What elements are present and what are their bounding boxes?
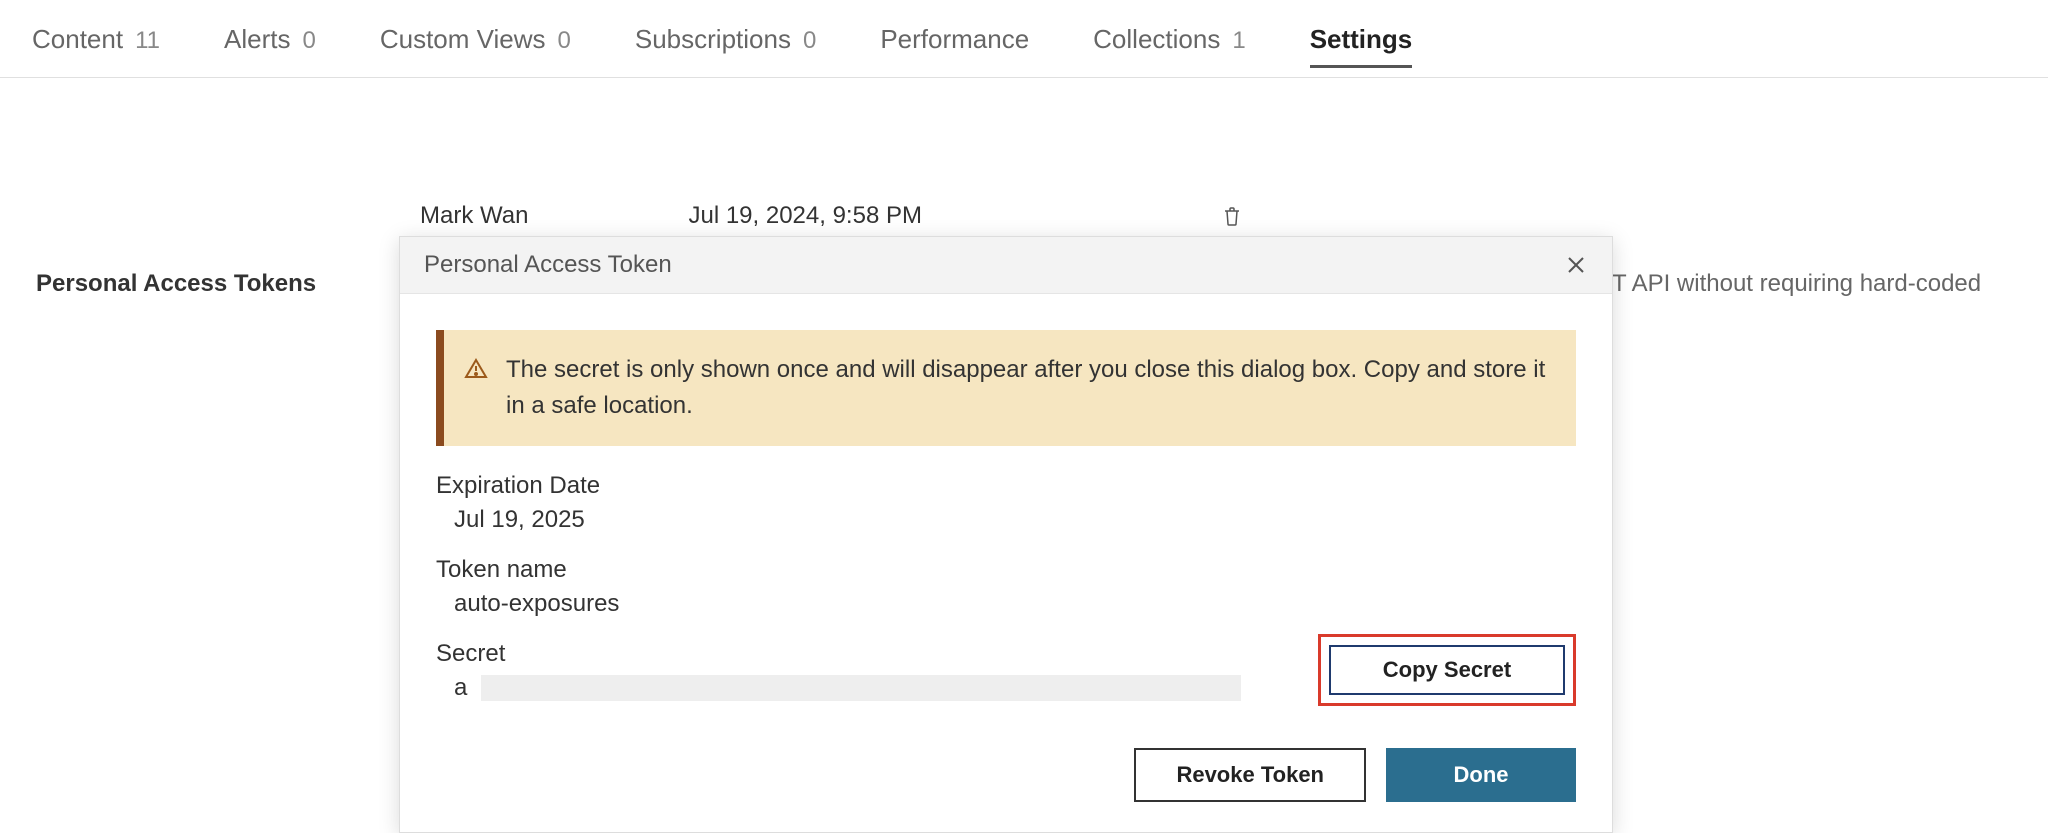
close-icon[interactable] xyxy=(1564,253,1588,277)
warning-text: The secret is only shown once and will d… xyxy=(506,352,1546,424)
modal-footer: Revoke Token Done xyxy=(400,726,1612,832)
tab-custom-views[interactable]: Custom Views 0 xyxy=(380,24,571,65)
secret-field: Secret a Copy Secret xyxy=(436,640,1576,706)
tab-count: 0 xyxy=(803,27,816,55)
copy-secret-highlight: Copy Secret xyxy=(1318,634,1576,706)
modal-body: The secret is only shown once and will d… xyxy=(400,294,1612,726)
section-title: Personal Access Tokens xyxy=(36,270,316,298)
secret-masked xyxy=(481,675,1241,701)
copy-secret-button[interactable]: Copy Secret xyxy=(1329,645,1565,695)
background-text-fragment: T API without requiring hard-coded xyxy=(1612,270,1981,298)
token-row-name: Mark Wan xyxy=(420,202,528,230)
token-name-value: auto-exposures xyxy=(436,584,1576,618)
tab-label: Content xyxy=(32,24,123,55)
modal-title: Personal Access Token xyxy=(424,251,672,279)
trash-icon[interactable] xyxy=(1222,202,1242,230)
done-button[interactable]: Done xyxy=(1386,748,1576,802)
warning-banner: The secret is only shown once and will d… xyxy=(436,330,1576,446)
expiration-label: Expiration Date xyxy=(436,472,1576,500)
expiration-field: Expiration Date Jul 19, 2025 xyxy=(436,472,1576,534)
tab-count: 0 xyxy=(302,27,315,55)
secret-label: Secret xyxy=(436,640,1278,668)
tab-bar: Content 11 Alerts 0 Custom Views 0 Subsc… xyxy=(0,0,2048,78)
tab-alerts[interactable]: Alerts 0 xyxy=(224,24,316,65)
token-name-label: Token name xyxy=(436,556,1576,584)
tab-count: 11 xyxy=(135,27,160,55)
modal-header: Personal Access Token xyxy=(400,237,1612,294)
token-name-field: Token name auto-exposures xyxy=(436,556,1576,618)
tab-label: Performance xyxy=(880,24,1029,55)
tab-count: 1 xyxy=(1232,27,1245,55)
tab-label: Subscriptions xyxy=(635,24,791,55)
tab-performance[interactable]: Performance xyxy=(880,24,1029,65)
tab-collections[interactable]: Collections 1 xyxy=(1093,24,1246,65)
tab-count: 0 xyxy=(558,27,571,55)
expiration-value: Jul 19, 2025 xyxy=(436,500,1576,534)
token-row-peek: Mark Wan Jul 19, 2024, 9:58 PM xyxy=(420,202,1242,230)
tab-label: Collections xyxy=(1093,24,1220,55)
token-row-date: Jul 19, 2024, 9:58 PM xyxy=(688,202,921,230)
tab-label: Settings xyxy=(1310,24,1413,55)
personal-access-token-modal: Personal Access Token The secret is only… xyxy=(399,236,1613,833)
tab-settings[interactable]: Settings xyxy=(1310,24,1413,68)
content-area: Personal Access Tokens T API without req… xyxy=(0,78,2048,158)
tab-subscriptions[interactable]: Subscriptions 0 xyxy=(635,24,816,65)
revoke-token-button[interactable]: Revoke Token xyxy=(1134,748,1366,802)
tab-content[interactable]: Content 11 xyxy=(32,24,160,65)
warning-icon xyxy=(464,356,488,424)
tab-label: Custom Views xyxy=(380,24,546,55)
tab-label: Alerts xyxy=(224,24,290,55)
secret-visible-char: a xyxy=(454,674,467,702)
